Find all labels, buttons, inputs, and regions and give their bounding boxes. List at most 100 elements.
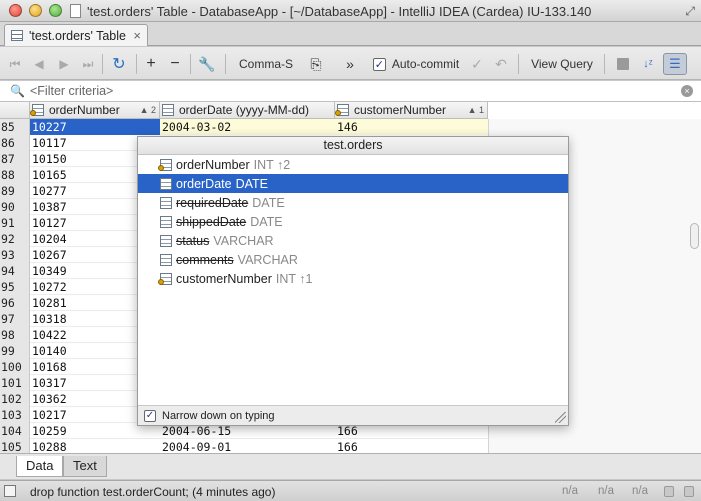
column-chooser-popup: test.orders orderNumber INT ↑2 orderDate DA… <box>137 136 569 426</box>
cell-orderdate[interactable]: 2004-03-02 <box>160 119 335 135</box>
narrow-down-checkbox[interactable]: ✓ <box>144 409 156 422</box>
autocommit-checkbox[interactable]: ✓ <box>372 57 386 71</box>
document-icon <box>70 4 81 18</box>
column-header-label: customerNumber <box>354 103 447 117</box>
resize-grip-icon[interactable] <box>555 412 566 423</box>
row-number: 85 <box>0 119 30 135</box>
row-number: 94 <box>0 263 30 279</box>
format-dropdown[interactable]: Comma-S <box>234 53 298 75</box>
tab-text[interactable]: Text <box>63 456 107 477</box>
popup-column-item[interactable]: comments VARCHAR <box>138 250 568 269</box>
popup-column-name: orderNumber <box>176 157 250 172</box>
column-header-orderdate[interactable]: orderDate (yyyy-MM-dd) <box>160 102 335 119</box>
popup-column-item[interactable]: status VARCHAR <box>138 231 568 250</box>
filter-bar: 🔍 <Filter criteria> × <box>0 81 701 102</box>
filter-criteria-input[interactable]: <Filter criteria> <box>30 84 113 98</box>
row-number: 90 <box>0 199 30 215</box>
add-row-button[interactable]: + <box>142 53 160 75</box>
close-window-button[interactable] <box>9 4 22 17</box>
primary-key-column-icon <box>158 272 172 285</box>
table-row[interactable]: 85 10227 2004-03-02 146 <box>0 119 488 135</box>
vertical-scrollbar[interactable] <box>690 223 699 249</box>
popup-column-item[interactable]: shippedDate DATE <box>138 212 568 231</box>
close-tab-icon[interactable]: × <box>133 28 141 43</box>
tab-data[interactable]: Data <box>16 456 64 477</box>
popup-column-item[interactable]: orderNumber INT ↑2 <box>138 155 568 174</box>
popup-column-name: status <box>176 233 210 248</box>
status-line-separator: n/a <box>598 485 614 497</box>
column-header-customernumber[interactable]: customerNumber ▲ 1 <box>335 102 488 119</box>
row-number: 99 <box>0 343 30 359</box>
popup-column-type: VARCHAR <box>213 233 274 248</box>
more-toolbar-button[interactable]: » <box>342 53 358 75</box>
editor-tab-bar: 'test.orders' Table × <box>0 22 701 46</box>
status-bar: drop function test.orderCount; (4 minute… <box>0 480 701 501</box>
previous-page-icon[interactable]: ◀ <box>30 53 48 75</box>
tab-label: 'test.orders' Table <box>29 28 126 43</box>
undo-icon[interactable]: ↶ <box>492 53 510 75</box>
cell-orderdate[interactable]: 2004-09-01 <box>160 439 335 453</box>
column-icon <box>160 177 172 190</box>
popup-column-name: customerNumber <box>176 271 272 286</box>
remove-row-button[interactable]: − <box>166 53 184 75</box>
clear-filter-icon[interactable]: × <box>681 85 693 97</box>
row-number: 89 <box>0 183 30 199</box>
zoom-window-button[interactable] <box>49 4 62 17</box>
column-icon <box>160 253 172 266</box>
toggle-tool-windows-icon[interactable] <box>4 485 16 497</box>
row-number: 101 <box>0 375 30 391</box>
row-number: 95 <box>0 279 30 295</box>
table-row[interactable]: 105 10288 2004-09-01 166 <box>0 439 488 453</box>
table-toolbar: ⏮ ◀ ▶ ⏭ ↻ + − 🔧 Comma-S ⎘ » ✓ Auto-commi… <box>0 47 701 80</box>
autocommit-toggle[interactable]: ✓ Auto-commit <box>368 53 464 75</box>
row-number: 96 <box>0 295 30 311</box>
tab-test-orders[interactable]: 'test.orders' Table × <box>4 24 148 46</box>
popup-column-name: comments <box>176 252 234 267</box>
popup-column-item[interactable]: requiredDate DATE <box>138 193 568 212</box>
status-message: drop function test.orderCount; (4 minute… <box>30 485 276 499</box>
search-icon: 🔍 <box>10 84 25 98</box>
table-icon <box>11 30 23 41</box>
cell-ordernumber[interactable]: 10227 <box>30 119 160 135</box>
view-query-button[interactable]: View Query <box>528 53 596 75</box>
row-number: 105 <box>0 439 30 453</box>
minimize-window-button[interactable] <box>29 4 42 17</box>
popup-item-list: orderNumber INT ↑2 orderDate DATE requiredDa… <box>138 155 568 288</box>
reload-icon[interactable]: ↻ <box>109 53 129 75</box>
popup-column-type: DATE <box>250 214 283 229</box>
popup-column-type: VARCHAR <box>237 252 298 267</box>
popup-column-name: orderDate <box>176 176 232 191</box>
popup-column-type: DATE <box>235 176 269 191</box>
cell-ordernumber[interactable]: 10288 <box>30 439 160 453</box>
popup-column-item[interactable]: orderDate DATE <box>138 174 568 193</box>
lock-icon[interactable] <box>664 486 674 497</box>
inspector-icon[interactable] <box>684 486 694 497</box>
cell-customernumber[interactable]: 166 <box>335 439 488 453</box>
popup-column-type: INT ↑2 <box>253 157 291 172</box>
column-icon <box>160 215 172 228</box>
last-page-icon[interactable]: ⏭ <box>79 53 97 75</box>
sort-indicator: ▲ 1 <box>467 105 484 115</box>
bottom-tab-bar: Data Text <box>0 453 701 479</box>
popup-column-type: INT ↑1 <box>275 271 313 286</box>
first-page-icon[interactable]: ⏮ <box>6 53 24 75</box>
row-number: 91 <box>0 215 30 231</box>
cell-customernumber[interactable]: 146 <box>335 119 488 135</box>
row-number: 86 <box>0 135 30 151</box>
row-number: 93 <box>0 247 30 263</box>
next-page-icon[interactable]: ▶ <box>55 53 73 75</box>
sort-az-icon[interactable]: ↓ᶻ <box>638 53 658 75</box>
column-header-ordernumber[interactable]: orderNumber ▲ 2 <box>30 102 160 119</box>
fullscreen-icon[interactable]: ⤢ <box>685 4 695 19</box>
popup-column-item[interactable]: customerNumber INT ↑1 <box>138 269 568 288</box>
popup-column-name: requiredDate <box>176 195 249 210</box>
row-number: 92 <box>0 231 30 247</box>
copy-icon[interactable]: ⎘ <box>306 53 326 75</box>
row-number: 87 <box>0 151 30 167</box>
wrench-icon[interactable]: 🔧 <box>197 53 217 75</box>
column-header-label: orderDate (yyyy-MM-dd) <box>179 103 310 117</box>
stop-icon[interactable] <box>614 53 632 75</box>
filter-icon[interactable]: ☰ <box>663 53 687 75</box>
row-number: 97 <box>0 311 30 327</box>
checkmark-icon[interactable]: ✓ <box>468 53 486 75</box>
